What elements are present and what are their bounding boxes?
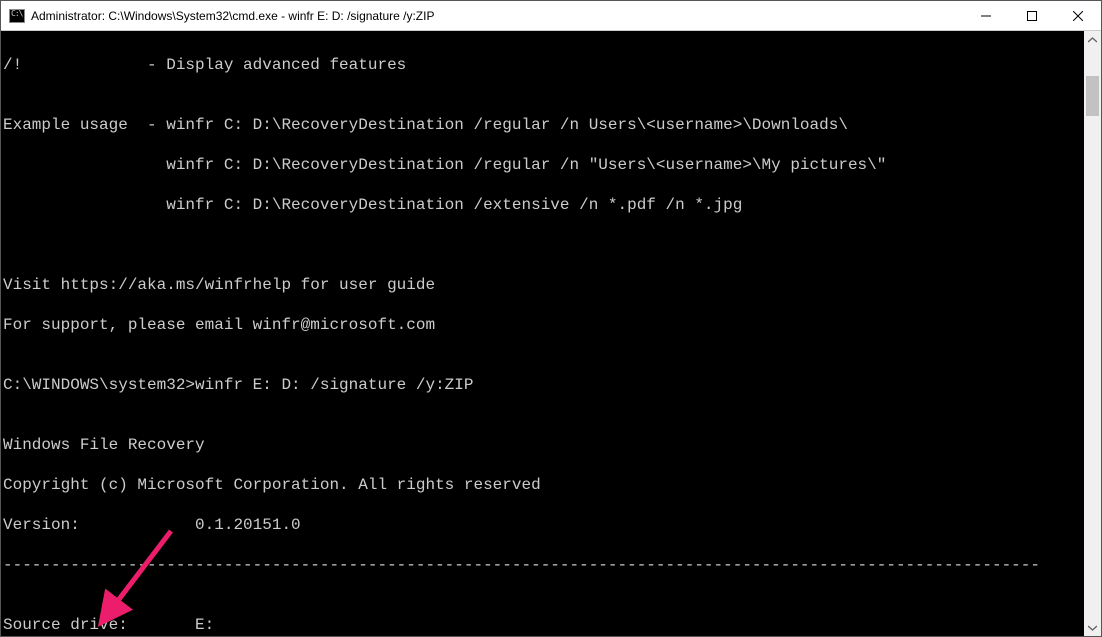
titlebar[interactable]: Administrator: C:\Windows\System32\cmd.e… bbox=[1, 1, 1101, 31]
maximize-button[interactable] bbox=[1009, 1, 1055, 31]
output-line: Visit https://aka.ms/winfrhelp for user … bbox=[3, 275, 1084, 295]
close-icon bbox=[1073, 11, 1083, 21]
chevron-down-icon bbox=[1088, 625, 1097, 631]
output-line: Example usage - winfr C: D:\RecoveryDest… bbox=[3, 115, 1084, 135]
cmd-window: Administrator: C:\Windows\System32\cmd.e… bbox=[0, 0, 1102, 637]
output-line: Windows File Recovery bbox=[3, 435, 1084, 455]
close-button[interactable] bbox=[1055, 1, 1101, 31]
scroll-down-button[interactable] bbox=[1084, 619, 1101, 636]
output-line: winfr C: D:\RecoveryDestination /regular… bbox=[3, 155, 1084, 175]
output-line: For support, please email winfr@microsof… bbox=[3, 315, 1084, 335]
scroll-up-button[interactable] bbox=[1084, 31, 1101, 48]
scrollbar-track[interactable] bbox=[1084, 48, 1101, 619]
client-area: /! - Display advanced features Example u… bbox=[1, 31, 1101, 636]
minimize-button[interactable] bbox=[963, 1, 1009, 31]
output-line: ----------------------------------------… bbox=[3, 555, 1084, 575]
vertical-scrollbar[interactable] bbox=[1084, 31, 1101, 636]
output-line: winfr C: D:\RecoveryDestination /extensi… bbox=[3, 195, 1084, 215]
output-line: C:\WINDOWS\system32>winfr E: D: /signatu… bbox=[3, 375, 1084, 395]
output-line: /! - Display advanced features bbox=[3, 55, 1084, 75]
cmd-icon bbox=[9, 9, 25, 23]
output-line: Version: 0.1.20151.0 bbox=[3, 515, 1084, 535]
window-title: Administrator: C:\Windows\System32\cmd.e… bbox=[31, 9, 434, 23]
minimize-icon bbox=[981, 11, 991, 21]
scrollbar-thumb[interactable] bbox=[1086, 76, 1099, 116]
output-line: Source drive: E: bbox=[3, 615, 1084, 635]
maximize-icon bbox=[1027, 11, 1037, 21]
output-line: Copyright (c) Microsoft Corporation. All… bbox=[3, 475, 1084, 495]
terminal-output[interactable]: /! - Display advanced features Example u… bbox=[1, 31, 1084, 636]
chevron-up-icon bbox=[1088, 37, 1097, 43]
